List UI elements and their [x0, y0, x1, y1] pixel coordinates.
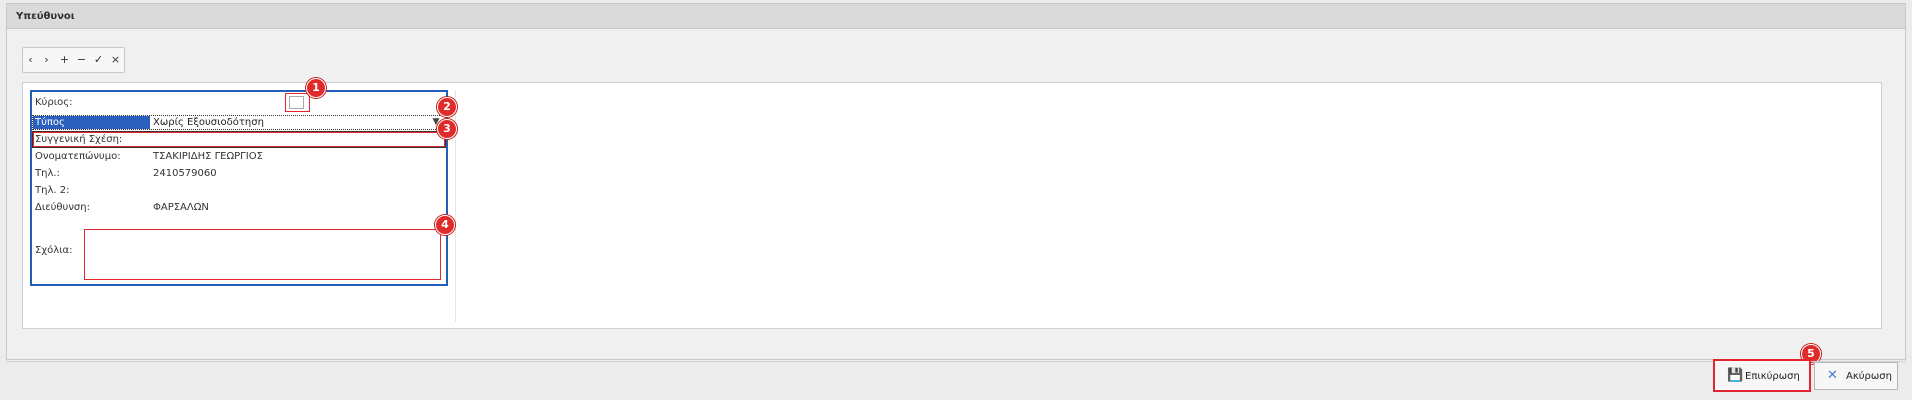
- comments-label: Σχόλια:: [35, 245, 73, 256]
- panel-header: [7, 4, 1905, 29]
- confirm-button-label: Επικύρωση: [1745, 371, 1800, 382]
- fullname-label: Ονοματεπώνυμο:: [35, 151, 121, 162]
- main-label: Κύριος:: [35, 97, 73, 108]
- phone-value: 2410579060: [153, 168, 217, 179]
- cross-icon: ✕: [1827, 368, 1838, 383]
- annotation-badge-3: 3: [437, 119, 457, 139]
- footer-divider: [6, 361, 1906, 362]
- relation-input[interactable]: [153, 134, 433, 145]
- phone-label: Τηλ.:: [35, 168, 60, 179]
- floppy-disk-icon: 💾: [1727, 368, 1744, 383]
- main-checkbox-highlight: [285, 93, 310, 112]
- cancel-record-button[interactable]: ×: [109, 51, 122, 68]
- panel-title: Υπεύθυνοι: [16, 11, 75, 22]
- relation-label: Συγγενική Σχέση:: [35, 134, 123, 145]
- save-record-button[interactable]: ✓: [92, 51, 105, 68]
- comments-textarea[interactable]: [84, 229, 441, 280]
- next-record-button[interactable]: ›: [40, 51, 53, 68]
- fullname-value: ΤΣΑΚΙΡΙΔΗΣ ΓΕΩΡΓΙΟΣ: [153, 151, 263, 162]
- annotation-badge-2: 2: [437, 97, 457, 117]
- add-record-button[interactable]: +: [58, 51, 71, 68]
- authorization-type-label: Τύπος Εξουσιοδότησης:: [33, 116, 150, 141]
- address-value: ΦΑΡΣΑΛΩΝ: [153, 202, 209, 213]
- annotation-badge-1: 1: [306, 78, 326, 98]
- remove-record-button[interactable]: −: [75, 51, 88, 68]
- cancel-button-label: Ακύρωση: [1846, 371, 1892, 382]
- address-label: Διεύθυνση:: [35, 202, 90, 213]
- prev-record-button[interactable]: ‹: [24, 51, 37, 68]
- authorization-type-select[interactable]: Χωρίς Εξουσιοδότηση: [153, 116, 264, 129]
- annotation-badge-4: 4: [435, 215, 455, 235]
- phone2-label: Τηλ. 2:: [35, 185, 70, 196]
